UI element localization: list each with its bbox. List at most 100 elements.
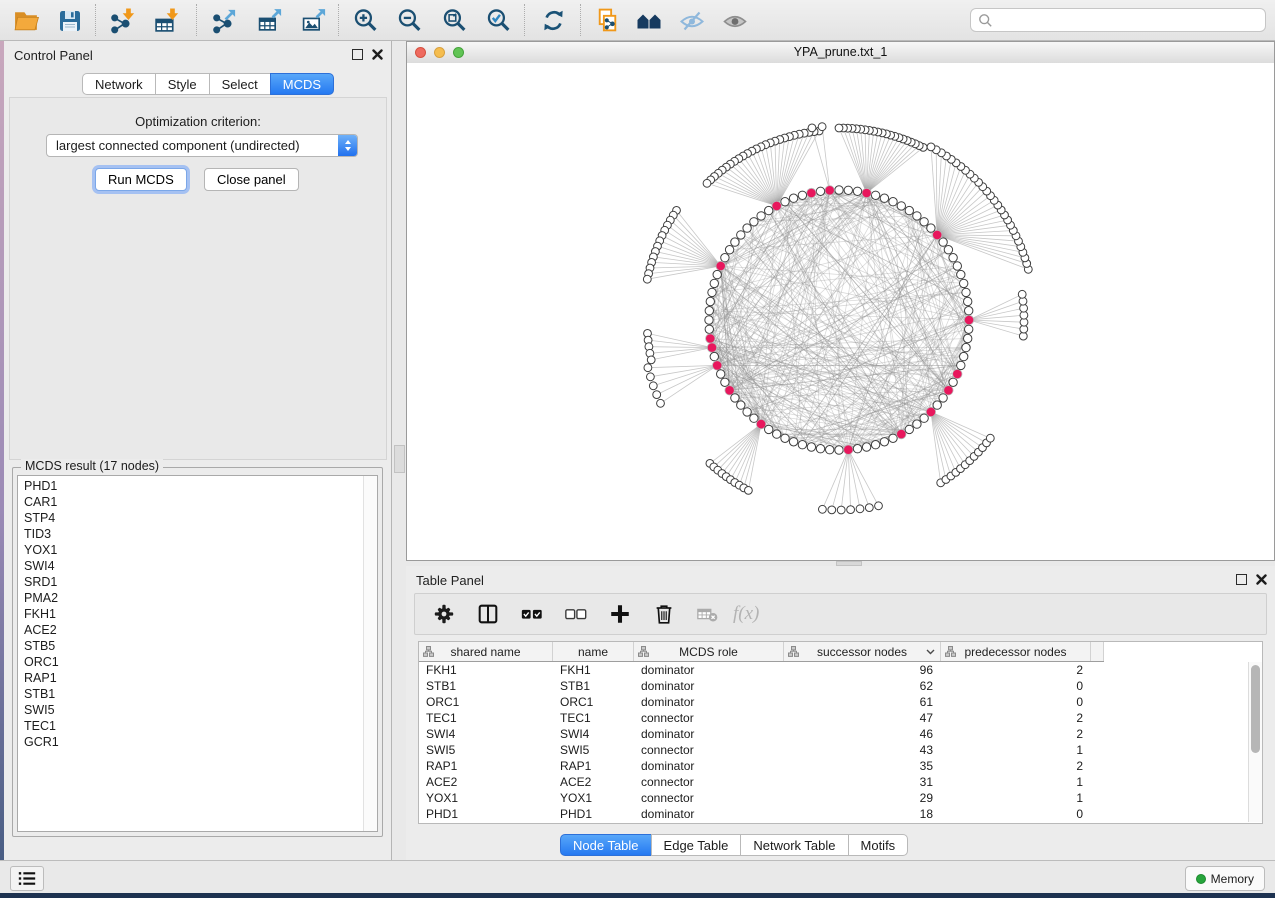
- mcds-node[interactable]: [844, 445, 853, 454]
- mcds-node[interactable]: [772, 201, 781, 210]
- table-cell[interactable]: PHD1: [553, 806, 634, 822]
- ring-node[interactable]: [789, 438, 797, 446]
- export-network-button[interactable]: [208, 6, 240, 35]
- table-cell[interactable]: 2: [941, 726, 1091, 742]
- mcds-node[interactable]: [807, 188, 816, 197]
- ring-node[interactable]: [816, 445, 824, 453]
- mcds-result-item[interactable]: STP4: [18, 510, 364, 526]
- leaf-node[interactable]: [819, 505, 827, 513]
- table-cell[interactable]: RAP1: [553, 758, 634, 774]
- vertical-splitter[interactable]: [392, 41, 406, 860]
- column-header-MCDS-role[interactable]: MCDS role: [634, 642, 784, 661]
- delete-row-button[interactable]: [649, 600, 679, 628]
- table-cell[interactable]: connector: [634, 742, 784, 758]
- table-cell[interactable]: connector: [634, 774, 784, 790]
- table-cell[interactable]: 0: [941, 678, 1091, 694]
- scrollbar-thumb[interactable]: [1251, 665, 1260, 753]
- ring-node[interactable]: [960, 279, 968, 287]
- ring-node[interactable]: [920, 218, 928, 226]
- table-cell[interactable]: STB1: [419, 678, 553, 694]
- ring-node[interactable]: [710, 279, 718, 287]
- table-cell[interactable]: 47: [784, 710, 941, 726]
- table-row[interactable]: STB1STB1dominator620: [419, 678, 1248, 694]
- ring-node[interactable]: [862, 443, 870, 451]
- table-row[interactable]: YOX1YOX1connector291: [419, 790, 1248, 806]
- mcds-node[interactable]: [706, 334, 715, 343]
- ring-node[interactable]: [913, 212, 921, 220]
- mcds-result-item[interactable]: TEC1: [18, 718, 364, 734]
- column-header-shared-name[interactable]: shared name: [419, 642, 553, 661]
- tab-mcds[interactable]: MCDS: [270, 73, 334, 95]
- table-cell[interactable]: 46: [784, 726, 941, 742]
- leaf-node[interactable]: [653, 391, 661, 399]
- mcds-result-item[interactable]: STB5: [18, 638, 364, 654]
- ring-node[interactable]: [880, 438, 888, 446]
- table-row[interactable]: FKH1FKH1dominator962: [419, 662, 1248, 678]
- table-row[interactable]: RAP1RAP1dominator352: [419, 758, 1248, 774]
- table-cell[interactable]: ORC1: [419, 694, 553, 710]
- ring-node[interactable]: [965, 325, 973, 333]
- tab-style[interactable]: Style: [155, 73, 210, 95]
- search-box[interactable]: [970, 8, 1266, 32]
- table-cell[interactable]: YOX1: [419, 790, 553, 806]
- mcds-node[interactable]: [964, 315, 973, 324]
- zoom-in-button[interactable]: [349, 6, 381, 35]
- leaf-node[interactable]: [808, 124, 816, 132]
- table-cell[interactable]: FKH1: [419, 662, 553, 678]
- ring-node[interactable]: [962, 343, 970, 351]
- mcds-node[interactable]: [897, 429, 906, 438]
- table-row[interactable]: PHD1PHD1dominator180: [419, 806, 1248, 822]
- table-cell[interactable]: dominator: [634, 758, 784, 774]
- ring-node[interactable]: [798, 191, 806, 199]
- optimization-criterion-select[interactable]: largest connected component (undirected): [46, 134, 358, 157]
- table-cell[interactable]: TEC1: [419, 710, 553, 726]
- export-image-button[interactable]: [298, 6, 330, 35]
- tab-network[interactable]: Network: [82, 73, 156, 95]
- ring-node[interactable]: [939, 394, 947, 402]
- mcds-result-item[interactable]: SWI4: [18, 558, 364, 574]
- ring-node[interactable]: [717, 370, 725, 378]
- table-cell[interactable]: 18: [784, 806, 941, 822]
- ring-node[interactable]: [871, 441, 879, 449]
- network-graph[interactable]: [407, 63, 1274, 560]
- ring-node[interactable]: [743, 224, 751, 232]
- leaf-node[interactable]: [875, 502, 883, 510]
- mcds-node[interactable]: [862, 188, 871, 197]
- ring-node[interactable]: [913, 420, 921, 428]
- table-cell[interactable]: FKH1: [553, 662, 634, 678]
- table-row[interactable]: ACE2ACE2connector311: [419, 774, 1248, 790]
- ring-node[interactable]: [889, 434, 897, 442]
- tab-select[interactable]: Select: [209, 73, 271, 95]
- table-cell[interactable]: SWI5: [553, 742, 634, 758]
- close-panel-icon[interactable]: [372, 49, 383, 60]
- run-mcds-button[interactable]: Run MCDS: [95, 168, 187, 191]
- column-header-successor-nodes[interactable]: successor nodes: [784, 642, 941, 661]
- table-row[interactable]: SWI5SWI5connector431: [419, 742, 1248, 758]
- mcds-result-item[interactable]: TID3: [18, 526, 364, 542]
- table-cell[interactable]: dominator: [634, 678, 784, 694]
- leaf-node[interactable]: [856, 505, 864, 513]
- ring-node[interactable]: [944, 246, 952, 254]
- leaf-node[interactable]: [657, 399, 665, 407]
- mcds-result-item[interactable]: CAR1: [18, 494, 364, 510]
- zoom-fit-button[interactable]: [438, 6, 470, 35]
- mcds-result-item[interactable]: YOX1: [18, 542, 364, 558]
- ring-node[interactable]: [725, 246, 733, 254]
- tab-edge-table[interactable]: Edge Table: [651, 834, 742, 856]
- leaf-node[interactable]: [835, 124, 843, 132]
- table-cell[interactable]: STB1: [553, 678, 634, 694]
- ring-node[interactable]: [705, 307, 713, 315]
- table-cell[interactable]: dominator: [634, 726, 784, 742]
- ring-node[interactable]: [965, 307, 973, 315]
- ring-node[interactable]: [708, 288, 716, 296]
- leaf-node[interactable]: [927, 143, 935, 151]
- table-cell[interactable]: 1: [941, 742, 1091, 758]
- add-row-button[interactable]: [605, 600, 635, 628]
- mcds-result-item[interactable]: SWI5: [18, 702, 364, 718]
- leaf-node[interactable]: [643, 275, 651, 283]
- leaf-node[interactable]: [986, 434, 994, 442]
- apply-layout-button[interactable]: [537, 6, 569, 35]
- ring-node[interactable]: [957, 270, 965, 278]
- ring-node[interactable]: [807, 443, 815, 451]
- table-cell[interactable]: 0: [941, 806, 1091, 822]
